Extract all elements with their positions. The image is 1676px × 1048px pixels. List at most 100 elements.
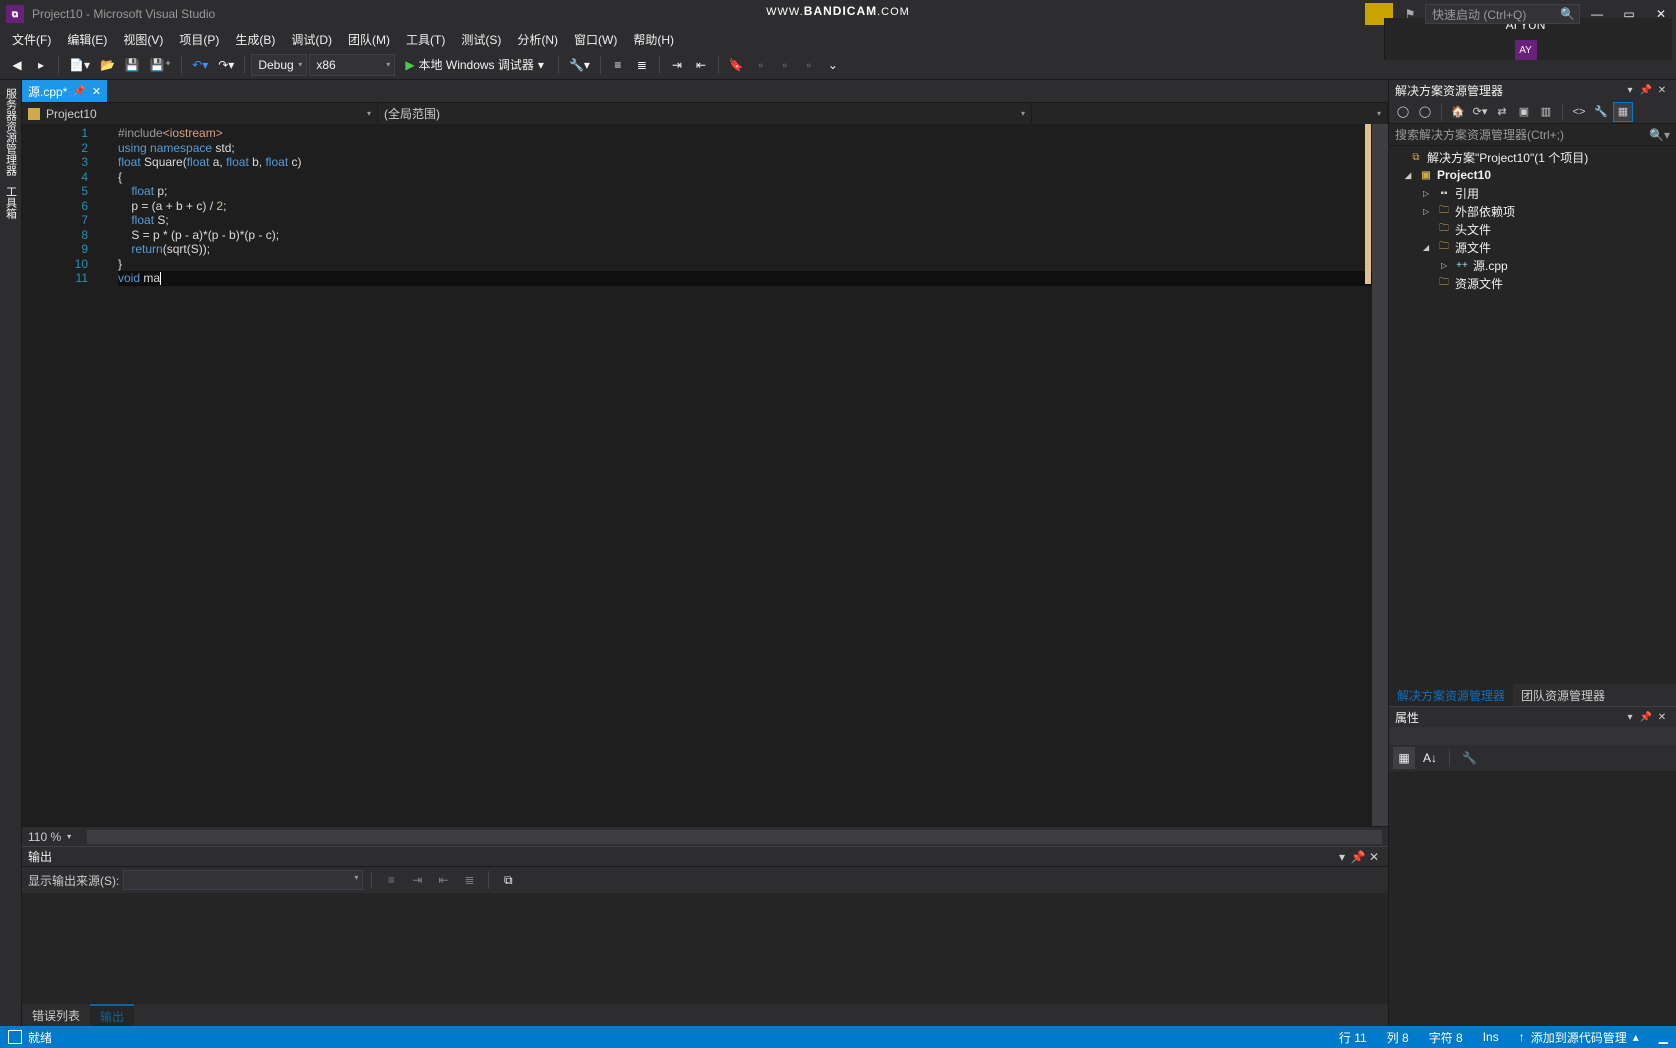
external-deps-node[interactable]: ▷🗀外部依赖项: [1389, 202, 1676, 220]
start-debug-button[interactable]: ▶本地 Windows 调试器 ▾: [397, 54, 552, 76]
output-dropdown-icon[interactable]: ▾: [1334, 849, 1350, 865]
se-sync-icon[interactable]: ⇄: [1492, 102, 1512, 122]
se-prop-icon[interactable]: 🔧: [1591, 102, 1611, 122]
nav-scope-dropdown[interactable]: (全局范围): [378, 103, 1032, 124]
nav-back-button[interactable]: ◀: [6, 54, 28, 76]
panel-dropdown-icon[interactable]: ▾: [1622, 85, 1638, 96]
props-cat-icon[interactable]: ▦: [1393, 747, 1415, 769]
menu-文件(F)[interactable]: 文件(F): [4, 29, 59, 50]
output-i3-icon[interactable]: ⇤: [432, 869, 454, 891]
solution-search-input[interactable]: 搜索解决方案资源管理器(Ctrl+;)🔍▾: [1389, 124, 1676, 146]
platform-dropdown[interactable]: x86: [309, 54, 395, 76]
save-button[interactable]: 💾: [121, 54, 144, 76]
uncomment-icon[interactable]: ≣: [631, 54, 653, 76]
outdent-icon[interactable]: ⇤: [690, 54, 712, 76]
zoom-dropdown-icon[interactable]: ▾: [67, 832, 71, 841]
code-editor[interactable]: 1234567891011 #include<iostream>using na…: [22, 124, 1388, 826]
menu-生成(B)[interactable]: 生成(B): [227, 29, 283, 50]
output-tab-0[interactable]: 错误列表: [22, 1004, 90, 1026]
toolbar-icon-1[interactable]: 🔧▾: [565, 54, 594, 76]
change-indicator: [1365, 124, 1371, 284]
se-back-icon[interactable]: ◯: [1393, 102, 1413, 122]
toolbar-overflow[interactable]: ⌄: [822, 54, 844, 76]
indent-icon[interactable]: ⇥: [666, 54, 688, 76]
bookmark-icon[interactable]: 🔖: [725, 54, 748, 76]
bandicam-watermark: WWW.BANDICAM.COM: [766, 2, 910, 20]
nav-member-dropdown[interactable]: [1032, 103, 1388, 124]
output-pin-icon[interactable]: 📌: [1350, 849, 1366, 865]
vs-logo-icon: ⧉: [6, 5, 24, 23]
references-node[interactable]: ▷▪▪引用: [1389, 184, 1676, 202]
se-preview-icon[interactable]: ▦: [1613, 102, 1633, 122]
menu-窗口(W)[interactable]: 窗口(W): [566, 29, 625, 50]
undo-button[interactable]: ↶▾: [188, 54, 212, 76]
se-collapse-icon[interactable]: ▣: [1514, 102, 1534, 122]
props-close-icon[interactable]: ✕: [1654, 712, 1670, 723]
props-wrench-icon[interactable]: 🔧: [1458, 747, 1481, 769]
se-home-icon[interactable]: 🏠: [1448, 102, 1468, 122]
save-all-button[interactable]: 💾⁺: [146, 54, 175, 76]
status-scm[interactable]: ↑添加到源代码管理▴: [1519, 1029, 1639, 1046]
horizontal-scrollbar[interactable]: [87, 830, 1382, 844]
menu-帮助(H)[interactable]: 帮助(H): [625, 29, 682, 50]
right-tab-1[interactable]: 团队资源管理器: [1513, 684, 1613, 706]
output-source-dropdown[interactable]: [123, 870, 363, 890]
properties-grid[interactable]: [1389, 771, 1676, 1026]
menu-项目(P)[interactable]: 项目(P): [171, 29, 227, 50]
config-dropdown[interactable]: Debug: [251, 54, 307, 76]
sources-node[interactable]: ◢🗀源文件: [1389, 238, 1676, 256]
output-close-icon[interactable]: ✕: [1366, 849, 1382, 865]
new-project-button[interactable]: 📄▾: [65, 54, 94, 76]
user-avatar[interactable]: AY: [1515, 40, 1537, 60]
output-clear-icon[interactable]: ≡: [380, 869, 402, 891]
tab-close-icon[interactable]: ✕: [92, 85, 101, 98]
nav-fwd-button[interactable]: ▸: [30, 54, 52, 76]
panel-close-icon[interactable]: ✕: [1654, 85, 1670, 96]
se-code-icon[interactable]: <>: [1569, 102, 1589, 122]
pin-icon[interactable]: 📌: [73, 86, 85, 97]
solution-tree[interactable]: ⧉解决方案"Project10"(1 个项目) ◢▣Project10 ▷▪▪引…: [1389, 146, 1676, 684]
output-wrap-icon[interactable]: ⇥: [406, 869, 428, 891]
props-dropdown-icon[interactable]: ▾: [1622, 712, 1638, 723]
comment-out-icon[interactable]: ≡: [607, 54, 629, 76]
menu-工具(T)[interactable]: 工具(T): [398, 29, 453, 50]
menu-测试(S)[interactable]: 测试(S): [453, 29, 509, 50]
nav-project-dropdown[interactable]: Project10: [22, 103, 378, 124]
properties-title: 属性: [1395, 709, 1419, 726]
se-showall-icon[interactable]: ▥: [1536, 102, 1556, 122]
toolbar-icon-b[interactable]: ▫: [774, 54, 796, 76]
status-notify-icon[interactable]: ▁: [1659, 1030, 1668, 1044]
server-explorer-rail[interactable]: 服务器资源管理器: [1, 86, 21, 178]
props-pin-icon[interactable]: 📌: [1638, 712, 1654, 723]
menu-调试(D)[interactable]: 调试(D): [283, 29, 340, 50]
document-tab-source-cpp[interactable]: 源.cpp* 📌 ✕: [22, 80, 107, 102]
toolbar-icon-c[interactable]: ▫: [798, 54, 820, 76]
se-fwd-icon[interactable]: ◯: [1415, 102, 1435, 122]
output-i4-icon[interactable]: ≣: [458, 869, 480, 891]
vertical-scrollbar[interactable]: [1372, 124, 1388, 826]
redo-button[interactable]: ↷▾: [214, 54, 238, 76]
se-refresh-icon[interactable]: ⟳▾: [1470, 102, 1490, 122]
menu-视图(V)[interactable]: 视图(V): [115, 29, 171, 50]
project-node[interactable]: ◢▣Project10: [1389, 166, 1676, 184]
status-col: 列 8: [1387, 1029, 1409, 1046]
props-object-dropdown[interactable]: [1389, 727, 1676, 745]
resources-node[interactable]: 🗀资源文件: [1389, 274, 1676, 292]
props-az-icon[interactable]: A↓: [1419, 747, 1441, 769]
output-tab-1[interactable]: 输出: [90, 1004, 134, 1026]
menu-分析(N)[interactable]: 分析(N): [509, 29, 566, 50]
toolbox-rail[interactable]: 工具箱: [1, 184, 21, 221]
source-file-node[interactable]: ▷++源.cpp: [1389, 256, 1676, 274]
toolbar-icon-a[interactable]: ▫: [750, 54, 772, 76]
right-tab-0[interactable]: 解决方案资源管理器: [1389, 684, 1513, 706]
zoom-level[interactable]: 110 %: [28, 830, 61, 844]
quick-launch-input[interactable]: 快速启动 (Ctrl+Q) 🔍: [1425, 4, 1580, 24]
output-body[interactable]: [22, 893, 1388, 1004]
solution-root[interactable]: ⧉解决方案"Project10"(1 个项目): [1389, 148, 1676, 166]
headers-node[interactable]: 🗀头文件: [1389, 220, 1676, 238]
open-file-button[interactable]: 📂: [96, 54, 119, 76]
menu-团队(M)[interactable]: 团队(M): [340, 29, 398, 50]
menu-编辑(E)[interactable]: 编辑(E): [59, 29, 115, 50]
panel-pin-icon[interactable]: 📌: [1638, 85, 1654, 96]
output-i5-icon[interactable]: ⧉: [497, 869, 519, 891]
